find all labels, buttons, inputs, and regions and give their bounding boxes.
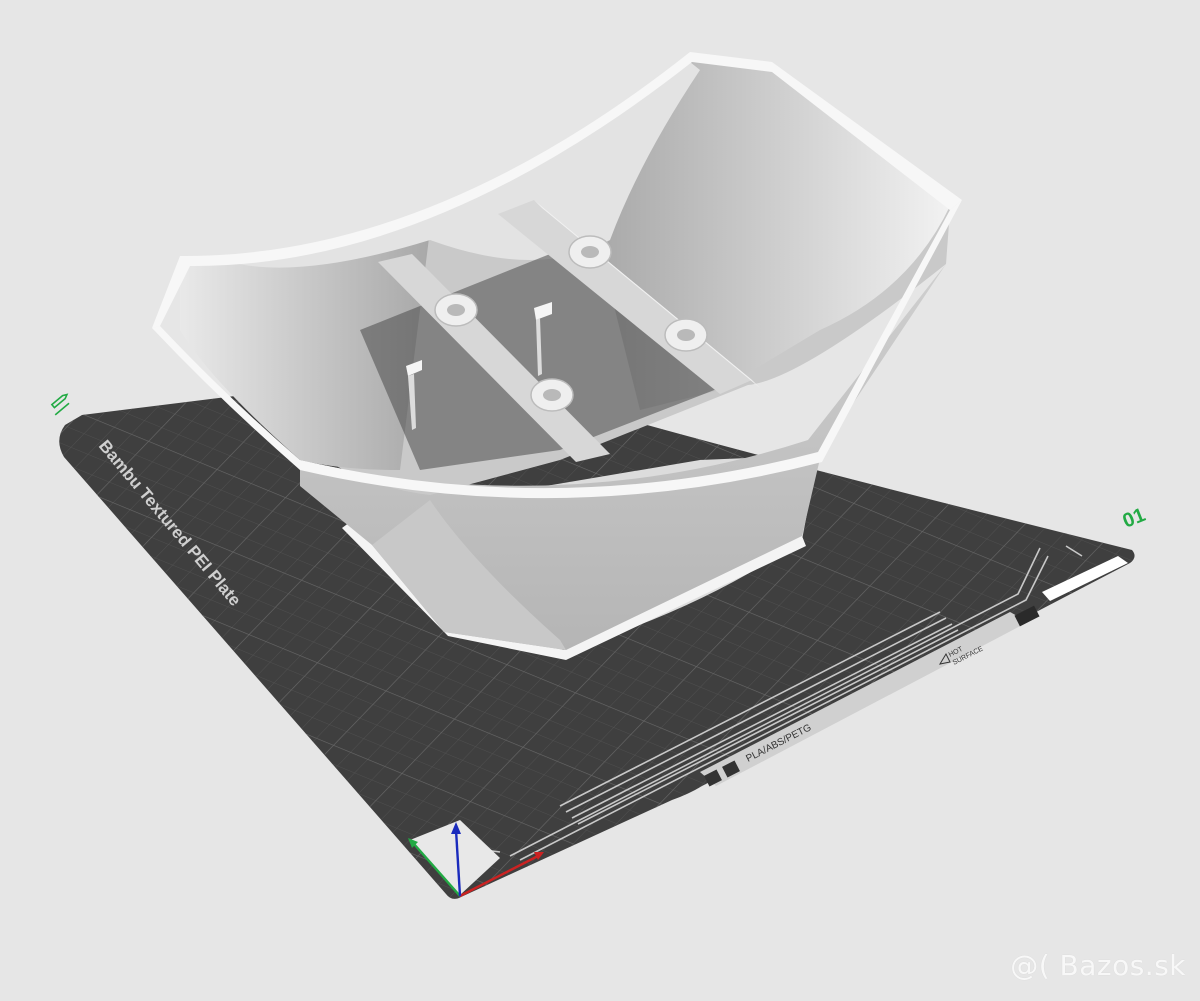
watermark: @( Bazos.sk	[1010, 949, 1186, 982]
plate-number[interactable]: 01	[1120, 504, 1149, 533]
edit-pen-icon[interactable]	[49, 393, 72, 415]
3d-viewport[interactable]: Bambu Textured PEI Plate 01 PLA/ABS/PETG…	[0, 0, 1200, 996]
